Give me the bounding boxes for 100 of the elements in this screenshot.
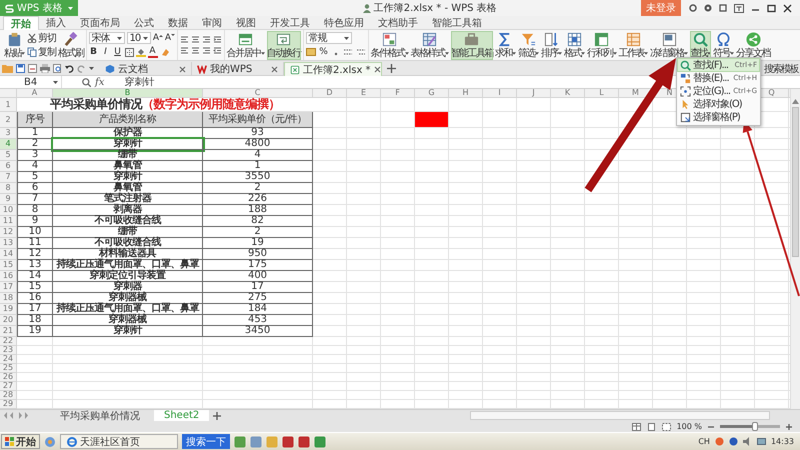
row-header[interactable]: 24 <box>0 355 17 364</box>
ribbon-tab[interactable]: 数据 <box>161 16 195 30</box>
row-header[interactable]: 6 <box>0 161 17 172</box>
table-cell[interactable]: 19 <box>17 326 53 337</box>
row-header[interactable]: 11 <box>0 216 17 227</box>
refresh-icon[interactable] <box>689 4 697 12</box>
table-cell[interactable]: 9 <box>17 216 53 227</box>
table-cell[interactable]: 93 <box>203 128 313 139</box>
ribbon-tab[interactable]: 插入 <box>39 16 73 30</box>
table-cell[interactable]: 3550 <box>203 172 313 183</box>
row-header[interactable]: 5 <box>0 150 17 161</box>
table-cell[interactable]: 175 <box>203 260 313 271</box>
ribbon-tab[interactable]: 页面布局 <box>73 16 127 30</box>
table-cell[interactable]: 188 <box>203 205 313 216</box>
sort-button[interactable]: 排序 <box>541 30 562 60</box>
row-header[interactable]: 17 <box>0 282 17 293</box>
column-header[interactable]: A <box>32 89 38 97</box>
table-cell[interactable]: 穿刺器械 <box>53 293 203 304</box>
align-icon[interactable] <box>190 46 200 55</box>
zoom-icon[interactable] <box>82 78 91 86</box>
table-cell[interactable]: 5 <box>17 172 53 183</box>
row-header[interactable]: 26 <box>0 373 17 382</box>
zoom-slider[interactable] <box>720 425 780 428</box>
app-icon[interactable] <box>282 436 294 448</box>
table-cell[interactable]: 19 <box>203 238 313 249</box>
table-cell[interactable]: 穿刺针 <box>53 326 203 337</box>
fill-color-icon[interactable] <box>136 47 146 57</box>
align-icon[interactable] <box>202 35 210 44</box>
column-header[interactable]: G <box>428 89 435 97</box>
column-header[interactable]: D <box>326 89 333 97</box>
row-header[interactable]: 25 <box>0 364 17 373</box>
number-format-dropdown[interactable]: 常规 <box>306 32 352 44</box>
paste-button[interactable]: 粘贴 <box>4 30 25 60</box>
row-header[interactable]: 12 <box>0 227 17 238</box>
table-cell[interactable]: 6 <box>17 183 53 194</box>
table-cell[interactable]: 绷带 <box>53 150 203 161</box>
table-cell[interactable]: 穿刺器械 <box>53 315 203 326</box>
table-cell[interactable]: 1 <box>17 128 53 139</box>
worksheet-button[interactable]: 工作表 <box>618 30 648 60</box>
copy-button[interactable]: 复制 <box>27 46 56 58</box>
indent-icon[interactable] <box>212 35 222 44</box>
align-icon[interactable] <box>202 46 210 55</box>
table-cell[interactable]: 1 <box>203 161 313 172</box>
table-cell[interactable]: 剥离器 <box>53 205 203 216</box>
row-header[interactable]: 9 <box>0 194 17 205</box>
font-name-dropdown[interactable]: 宋体 <box>88 32 124 44</box>
align-icon[interactable] <box>180 35 188 44</box>
table-cell[interactable]: 13 <box>17 260 53 271</box>
column-header[interactable]: L <box>599 89 604 97</box>
conditional-format-button[interactable]: 条件格式 <box>370 30 408 60</box>
row-header[interactable]: 3 <box>0 128 17 139</box>
zoom-out-icon[interactable] <box>708 424 714 430</box>
italic-button[interactable]: I <box>100 46 110 58</box>
borders-icon[interactable] <box>124 48 134 56</box>
table-cell[interactable]: 11 <box>17 238 53 249</box>
name-box[interactable]: B4 <box>0 76 62 88</box>
table-cell[interactable]: 不可吸收缝合线 <box>53 216 203 227</box>
scrollbar-thumb[interactable] <box>792 107 799 257</box>
row-header[interactable]: 15 <box>0 260 17 271</box>
column-header[interactable]: M <box>632 89 639 97</box>
table-cell[interactable]: 2 <box>203 227 313 238</box>
document-tab[interactable]: 工作簿2.xlsx * <box>284 62 382 76</box>
ribbon-tab[interactable]: 文档助手 <box>371 16 425 30</box>
row-header[interactable]: 13 <box>0 238 17 249</box>
table-cell[interactable]: 4800 <box>203 139 313 150</box>
ribbon-tab[interactable]: 公式 <box>127 16 161 30</box>
preview-icon[interactable] <box>53 64 62 73</box>
sum-button[interactable]: 求和 <box>495 30 516 60</box>
table-cell[interactable]: 保护器 <box>53 128 203 139</box>
app-icon[interactable] <box>234 436 246 448</box>
page-view-icon[interactable] <box>646 422 656 430</box>
table-cell[interactable]: 2 <box>203 183 313 194</box>
table-cell[interactable]: 鼻氧管 <box>53 161 203 172</box>
plus-icon[interactable] <box>213 412 222 420</box>
ribbon-tab[interactable]: 审阅 <box>195 16 229 30</box>
ribbon-tab[interactable]: 开发工具 <box>263 16 317 30</box>
table-cell[interactable]: 7 <box>17 194 53 205</box>
align-icon[interactable] <box>180 46 188 55</box>
merge-center-button[interactable]: 合并居中 <box>226 30 264 60</box>
column-header[interactable]: C <box>254 89 260 97</box>
table-cell[interactable]: 材料输送器具 <box>53 249 203 260</box>
app-icon[interactable] <box>298 436 310 448</box>
table-cell[interactable]: 2 <box>17 139 53 150</box>
ribbon-tab[interactable]: 智能工具箱 <box>425 16 489 30</box>
bold-button[interactable]: B <box>88 46 98 58</box>
currency-icon[interactable] <box>306 47 316 57</box>
close-icon[interactable] <box>783 4 792 12</box>
sheet-tab[interactable]: Sheet2 <box>154 410 210 421</box>
format-painter-button[interactable]: 格式刷 <box>58 30 84 60</box>
percent-button[interactable]: % <box>318 46 328 58</box>
symbol-button[interactable]: 符号 <box>713 30 734 60</box>
table-cell[interactable]: 17 <box>17 304 53 315</box>
shrink-font-button[interactable]: A <box>164 32 174 44</box>
start-button[interactable]: 开始 <box>1 434 40 449</box>
table-cell[interactable]: 4 <box>17 161 53 172</box>
row-header[interactable]: 23 <box>0 346 17 355</box>
normal-view-icon[interactable] <box>632 422 641 430</box>
filter-button[interactable]: 筛选 <box>518 30 539 60</box>
input-method[interactable]: CH <box>698 437 710 446</box>
rows-columns-button[interactable]: 行和列 <box>587 30 616 60</box>
